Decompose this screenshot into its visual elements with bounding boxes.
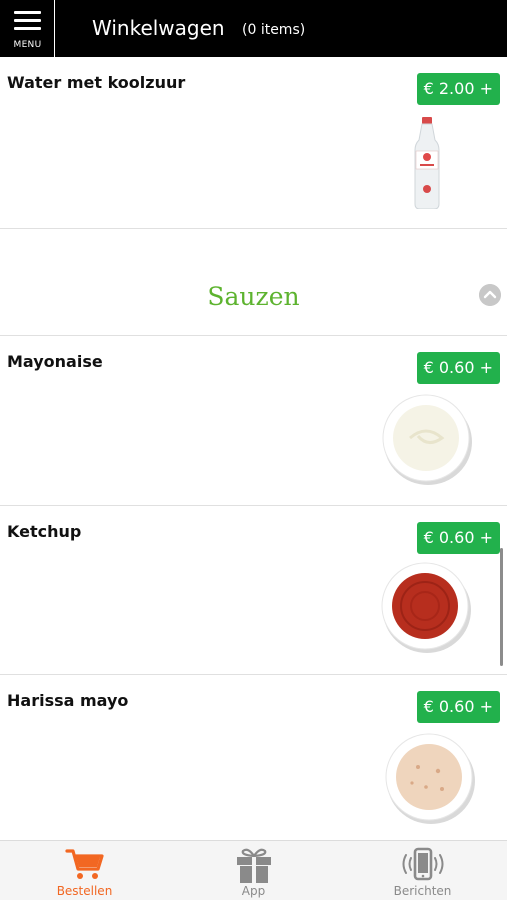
add-to-cart-button[interactable]: € 0.60 + xyxy=(416,352,500,384)
category-title: Sauzen xyxy=(207,282,300,311)
menu-button[interactable]: MENU xyxy=(0,0,55,57)
gift-icon xyxy=(236,848,271,883)
category-header-sauzen[interactable]: Sauzen xyxy=(0,229,507,336)
ketchup-bowl-image xyxy=(381,562,471,653)
sparkling-water-bottle-image xyxy=(414,117,440,209)
product-name: Harissa mayo xyxy=(7,691,129,710)
add-to-cart-button[interactable]: € 0.60 + xyxy=(416,691,500,723)
page-title: Winkelwagen xyxy=(92,16,225,40)
cart-item-count: (0 items) xyxy=(242,22,306,38)
tab-berichten[interactable]: Berichten xyxy=(338,841,507,901)
product-name: Ketchup xyxy=(7,522,82,541)
tab-label: App xyxy=(241,884,266,898)
product-name: Water met koolzuur xyxy=(7,73,186,92)
tab-app[interactable]: App xyxy=(169,841,338,901)
add-to-cart-button[interactable]: € 2.00 + xyxy=(416,73,500,105)
product-row-ketchup[interactable]: Ketchup € 0.60 + xyxy=(0,506,507,675)
tab-bestellen[interactable]: Bestellen xyxy=(0,841,169,901)
app-header: MENU Winkelwagen (0 items) xyxy=(0,0,507,57)
harissa-mayo-bowl-image xyxy=(385,733,475,824)
mayonnaise-bowl-image xyxy=(382,394,472,485)
phone-vibrate-icon xyxy=(402,847,443,881)
product-row-mayonaise[interactable]: Mayonaise € 0.60 + xyxy=(0,336,507,506)
hamburger-icon xyxy=(14,11,41,35)
product-row-harissa-mayo[interactable]: Harissa mayo € 0.60 + xyxy=(0,675,507,840)
scrollbar[interactable] xyxy=(500,548,503,666)
menu-label: MENU xyxy=(13,40,42,50)
add-to-cart-button[interactable]: € 0.60 + xyxy=(416,522,500,554)
tab-label: Berichten xyxy=(393,884,452,898)
cart-icon xyxy=(64,849,104,879)
chevron-up-icon[interactable] xyxy=(479,284,501,306)
product-row-water[interactable]: Water met koolzuur € 2.00 + xyxy=(0,57,507,229)
tab-label: Bestellen xyxy=(56,884,113,898)
bottom-tab-bar: Bestellen App Berichten xyxy=(0,840,507,900)
product-name: Mayonaise xyxy=(7,352,103,371)
